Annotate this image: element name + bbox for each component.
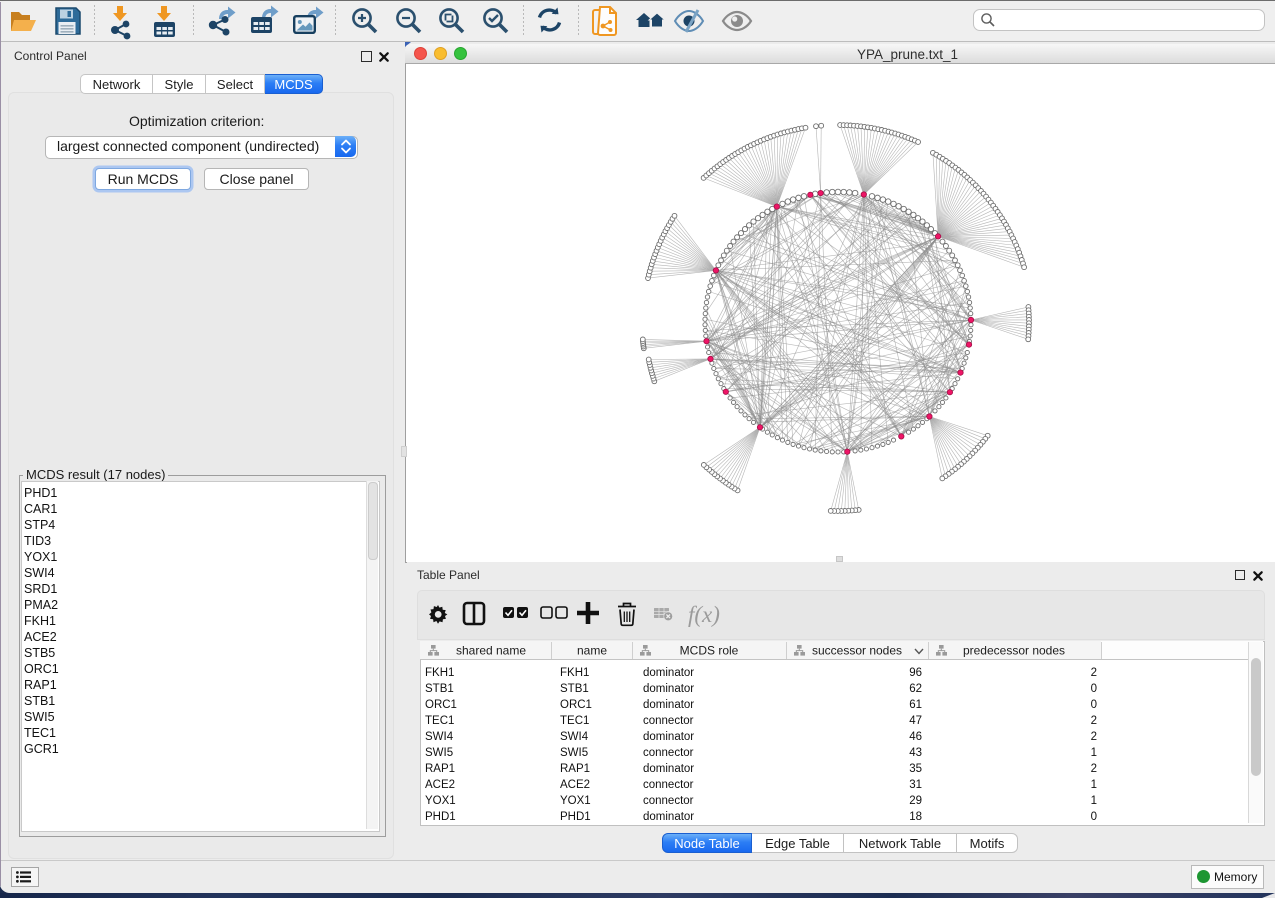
svg-text:shared name: shared name (456, 644, 526, 658)
svg-text:successor nodes: successor nodes (812, 644, 902, 658)
svg-text:f(x): f(x) (688, 602, 720, 627)
svg-text:predecessor nodes: predecessor nodes (963, 644, 1065, 658)
svg-text:name: name (577, 644, 607, 658)
svg-text:MCDS role: MCDS role (680, 644, 739, 658)
